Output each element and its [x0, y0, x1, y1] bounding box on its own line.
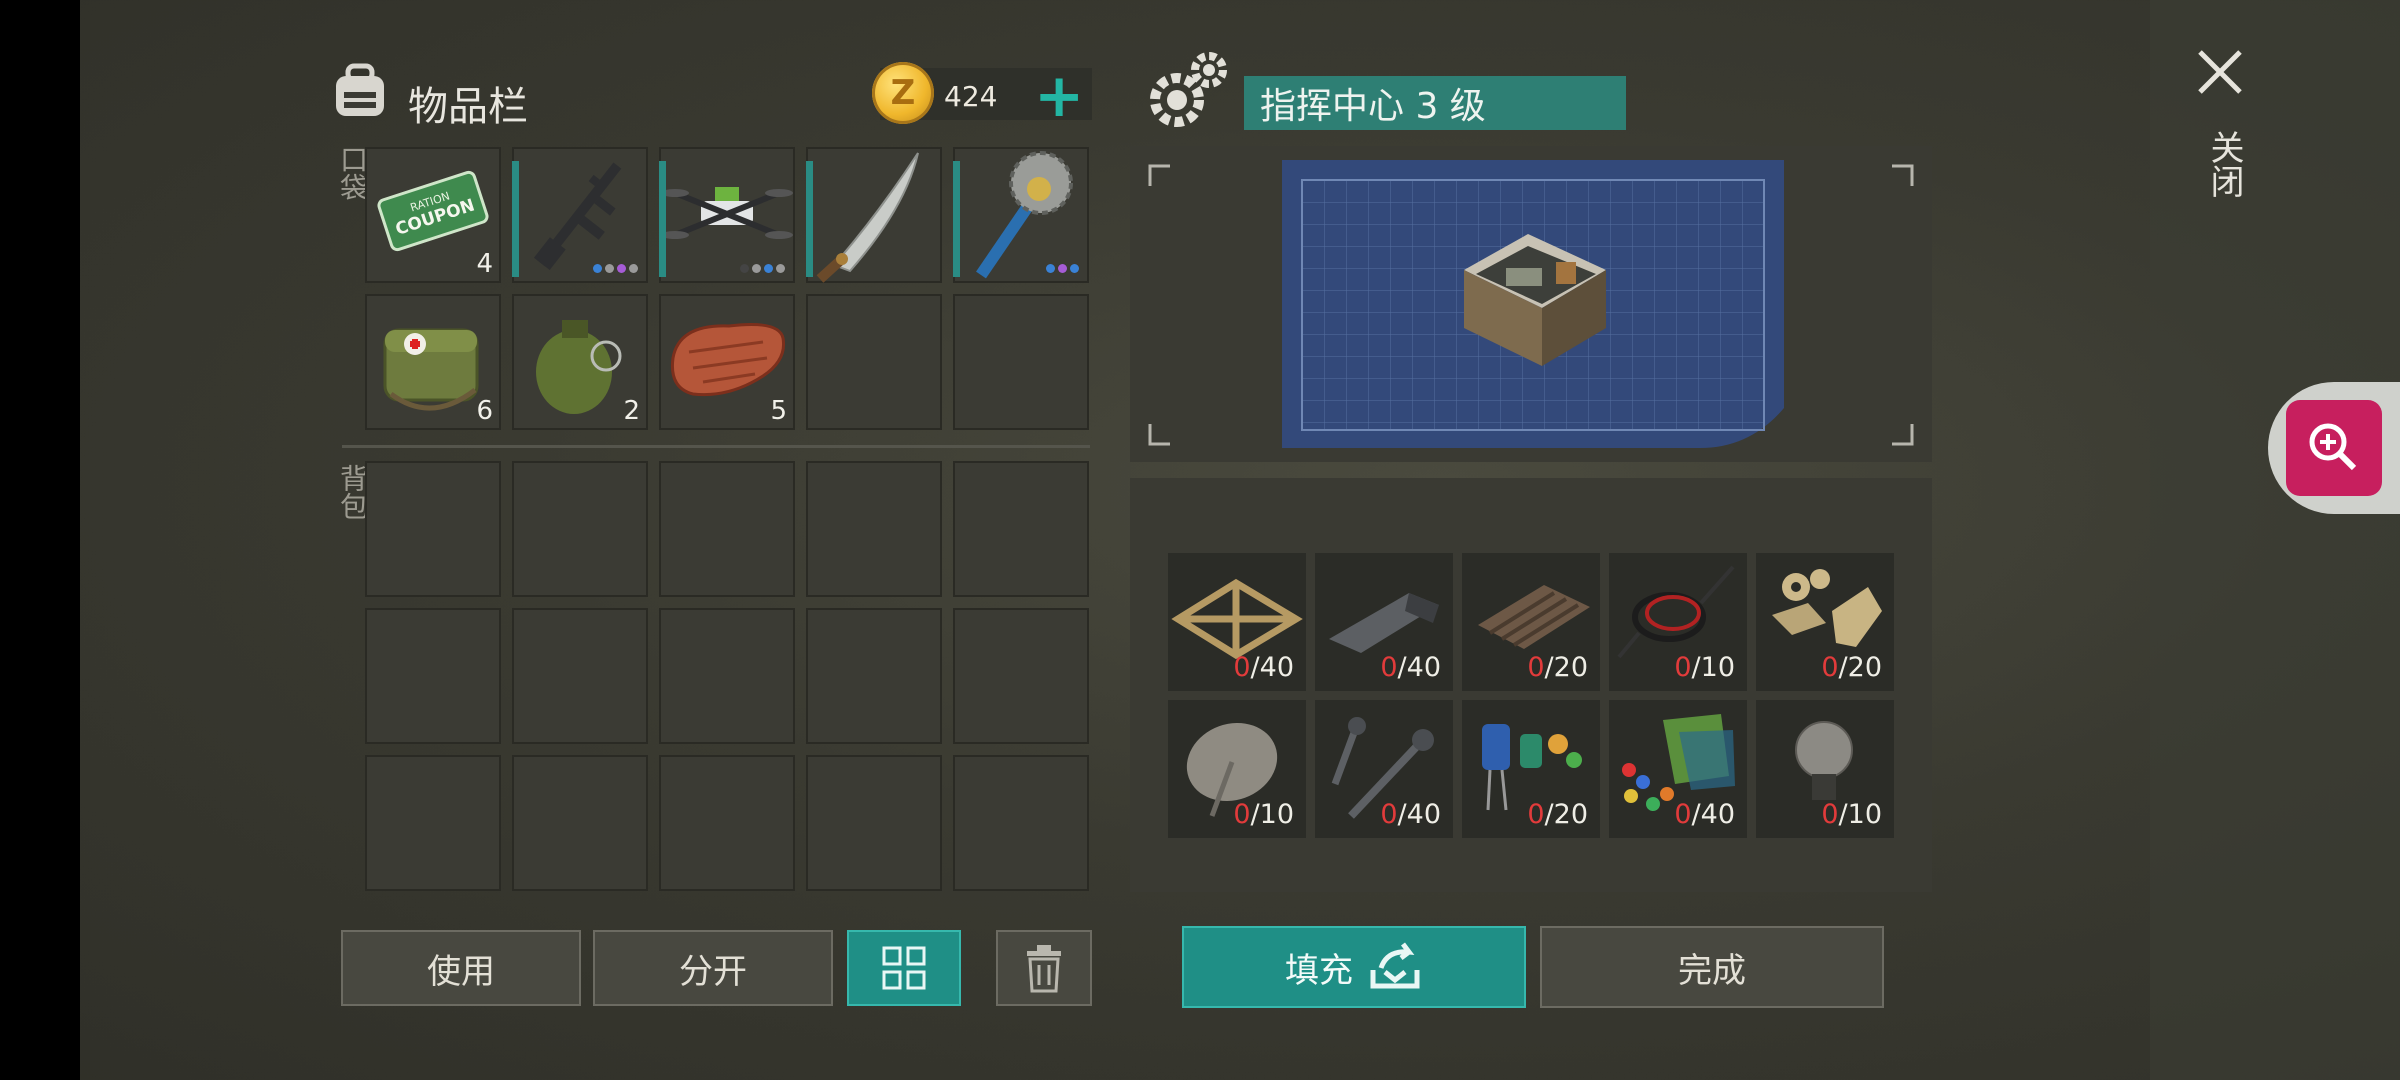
done-button[interactable]: 完成: [1540, 926, 1884, 1008]
material-count: 0/40: [1233, 652, 1294, 683]
backpack-slot[interactable]: [659, 755, 795, 891]
divider: [342, 445, 1090, 448]
rarity-dots: [740, 264, 785, 273]
material-slot[interactable]: 0/20: [1462, 700, 1600, 838]
material-slot[interactable]: 0/10: [1609, 553, 1747, 691]
material-count: 0/10: [1821, 799, 1882, 830]
material-slot[interactable]: 0/20: [1756, 553, 1894, 691]
backpack-slot[interactable]: [512, 755, 648, 891]
drone-icon: [661, 187, 793, 239]
backpack-slot[interactable]: [806, 608, 942, 744]
screen-edge: [0, 0, 80, 1080]
backpack-icon: [336, 63, 384, 116]
backpack-slot[interactable]: [512, 608, 648, 744]
backpack-slot[interactable]: [365, 755, 501, 891]
pocket-slot[interactable]: [953, 147, 1089, 283]
trash-icon: [1027, 945, 1061, 993]
backpack-slot[interactable]: [953, 755, 1089, 891]
close-label[interactable]: 关闭: [2200, 130, 2249, 198]
close-icon[interactable]: [2196, 48, 2244, 96]
trash-button[interactable]: [996, 930, 1092, 1006]
material-count: 0/40: [1380, 799, 1441, 830]
item-quantity: 2: [623, 396, 640, 426]
material-slot[interactable]: 0/40: [1315, 553, 1453, 691]
pocket-slot[interactable]: [953, 294, 1089, 430]
grid-icon: [882, 946, 926, 990]
saw-club-icon: [976, 151, 1073, 279]
use-button[interactable]: 使用: [341, 930, 581, 1006]
material-count: 0/10: [1674, 652, 1735, 683]
pocket-slot[interactable]: [806, 147, 942, 283]
material-count: 0/40: [1674, 799, 1735, 830]
backpack-slot[interactable]: [953, 608, 1089, 744]
inventory-title: 物品栏: [408, 84, 528, 130]
material-count: 0/20: [1527, 652, 1588, 683]
pocket-slot[interactable]: RATION COUPON 4: [365, 147, 501, 283]
zoom-button[interactable]: [2286, 400, 2382, 496]
pocket-slot[interactable]: [512, 147, 648, 283]
material-slot[interactable]: 0/20: [1462, 553, 1600, 691]
material-slot[interactable]: 0/40: [1315, 700, 1453, 838]
gears-icon: [1150, 52, 1227, 127]
building-title: 指挥中心 3 级: [1244, 76, 1626, 130]
material-count: 0/40: [1380, 652, 1441, 683]
backpack-slot[interactable]: [365, 608, 501, 744]
backpack-slot[interactable]: [512, 461, 648, 597]
material-slot[interactable]: 0/10: [1168, 700, 1306, 838]
add-coins-button[interactable]: +: [1034, 66, 1084, 126]
pocket-slot[interactable]: [806, 294, 942, 430]
backpack-slot[interactable]: [806, 461, 942, 597]
material-slot[interactable]: 0/10: [1756, 700, 1894, 838]
split-button[interactable]: 分开: [593, 930, 833, 1006]
pocket-slot[interactable]: [659, 147, 795, 283]
material-slot[interactable]: 0/40: [1168, 553, 1306, 691]
rarity-dots: [1046, 264, 1079, 273]
material-count: 0/20: [1821, 652, 1882, 683]
side-strip: [2150, 0, 2400, 1080]
fill-upload-icon: [1370, 942, 1420, 989]
pocket-slot[interactable]: 6: [365, 294, 501, 430]
item-quantity: 5: [770, 396, 787, 426]
rarity-dots: [593, 264, 638, 273]
coin-icon: Z: [872, 62, 934, 124]
item-quantity: 4: [476, 249, 493, 279]
assault-rifle-icon: [533, 162, 622, 271]
backpack-slot[interactable]: [806, 755, 942, 891]
backpack-slot[interactable]: [953, 461, 1089, 597]
fill-label: 填充: [1285, 950, 1353, 991]
sort-button[interactable]: [847, 930, 961, 1006]
material-count: 0/10: [1233, 799, 1294, 830]
machete-icon: [816, 152, 919, 283]
zoom-in-icon: [2309, 423, 2357, 471]
blueprint-image: [1282, 160, 1784, 448]
item-quantity: 6: [476, 396, 493, 426]
backpack-slot[interactable]: [659, 608, 795, 744]
backpack-slot[interactable]: [659, 461, 795, 597]
pocket-slot[interactable]: 5: [659, 294, 795, 430]
coin-count: 424: [944, 80, 998, 113]
pocket-slot[interactable]: 2: [512, 294, 648, 430]
fill-button[interactable]: 填充: [1182, 926, 1526, 1008]
material-count: 0/20: [1527, 799, 1588, 830]
material-slot[interactable]: 0/40: [1609, 700, 1747, 838]
backpack-slot[interactable]: [365, 461, 501, 597]
